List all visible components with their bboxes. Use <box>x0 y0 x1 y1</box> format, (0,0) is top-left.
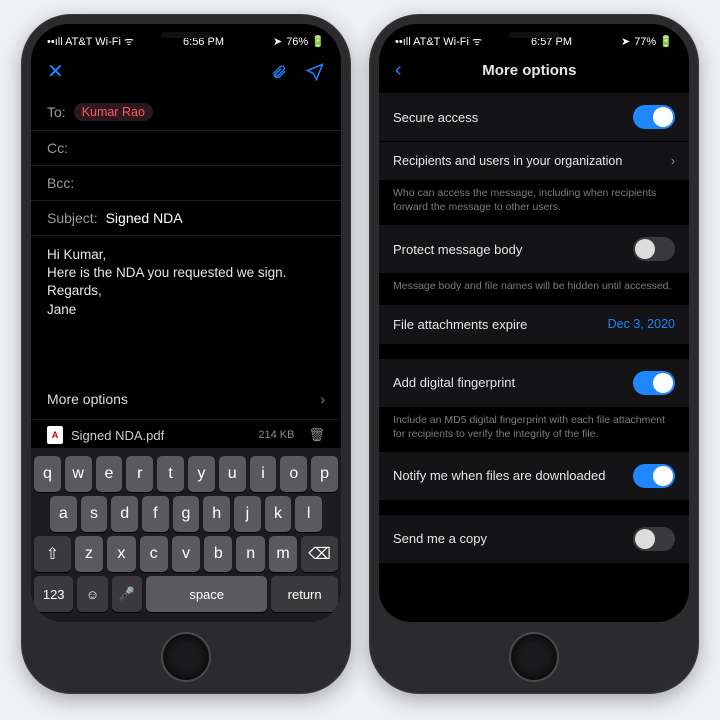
secure-access-row[interactable]: Secure access <box>379 93 689 141</box>
key-y[interactable]: y <box>188 456 215 492</box>
hint-fingerprint: Include an MD5 digital fingerprint with … <box>379 407 689 451</box>
emoji-key[interactable]: ☺ <box>77 576 107 612</box>
key-h[interactable]: h <box>203 496 230 532</box>
phone-right: ••ıll AT&T Wi-Fi ᯤ 6:57 PM ➤ 77% 🔋 ‹ Mor… <box>369 14 699 694</box>
fingerprint-row[interactable]: Add digital fingerprint <box>379 359 689 407</box>
options-navbar: ‹ More options <box>379 53 689 92</box>
status-right: ➤ 77% 🔋 <box>621 35 673 48</box>
hint-access: Who can access the message, including wh… <box>379 180 689 224</box>
body-textarea[interactable]: Hi Kumar, Here is the NDA you requested … <box>31 236 341 336</box>
keyboard: qwertyuiop asdfghjkl ⇧zxcvbnm⌫ 123 ☺ 🎤 s… <box>31 448 341 622</box>
home-button[interactable] <box>161 632 211 682</box>
cc-row[interactable]: Cc: <box>31 131 341 166</box>
battery-text: 77% 🔋 <box>634 35 673 48</box>
attach-icon[interactable] <box>271 63 287 81</box>
page-title: More options <box>402 62 657 79</box>
protect-body-row[interactable]: Protect message body <box>379 225 689 273</box>
key-i[interactable]: i <box>250 456 277 492</box>
key-d[interactable]: d <box>111 496 138 532</box>
key-w[interactable]: w <box>65 456 92 492</box>
key-j[interactable]: j <box>234 496 261 532</box>
more-options-row[interactable]: More options › <box>31 379 341 419</box>
status-time: 6:56 PM <box>183 36 224 48</box>
send-copy-toggle[interactable] <box>633 527 675 551</box>
to-label: To: <box>47 104 66 120</box>
status-bar: ••ıll AT&T Wi-Fi ᯤ 6:56 PM ➤ 76% 🔋 <box>31 24 341 53</box>
key-v[interactable]: v <box>172 536 200 572</box>
chevron-right-icon: › <box>671 154 675 168</box>
chevron-right-icon: › <box>320 391 325 407</box>
key-n[interactable]: n <box>236 536 264 572</box>
home-button[interactable] <box>509 632 559 682</box>
battery-text: 76% 🔋 <box>286 35 325 48</box>
recipients-row[interactable]: Recipients and users in your organizatio… <box>379 142 689 180</box>
location-icon: ➤ <box>621 35 630 48</box>
trash-icon[interactable]: 🗑 <box>308 427 325 443</box>
attachment-size: 214 KB <box>258 429 294 441</box>
more-options-label: More options <box>47 391 128 407</box>
key-e[interactable]: e <box>96 456 123 492</box>
to-row[interactable]: To: Kumar Rao <box>31 94 341 131</box>
bcc-label: Bcc: <box>47 175 74 191</box>
key-u[interactable]: u <box>219 456 246 492</box>
attachment-row[interactable]: A Signed NDA.pdf 214 KB 🗑 <box>31 419 341 448</box>
mic-key[interactable]: 🎤 <box>112 576 142 612</box>
pdf-icon: A <box>47 426 63 444</box>
key-b[interactable]: b <box>204 536 232 572</box>
key-a[interactable]: a <box>50 496 77 532</box>
delete-key[interactable]: ⌫ <box>301 536 338 572</box>
key-o[interactable]: o <box>280 456 307 492</box>
key-c[interactable]: c <box>140 536 168 572</box>
key-x[interactable]: x <box>107 536 135 572</box>
return-key[interactable]: return <box>271 576 338 612</box>
back-button[interactable]: ‹ <box>395 59 402 82</box>
expire-row[interactable]: File attachments expire Dec 3, 2020 <box>379 305 689 344</box>
attachment-name: Signed NDA.pdf <box>71 428 164 443</box>
shift-key[interactable]: ⇧ <box>34 536 71 572</box>
settings-list: Secure access Recipients and users in yo… <box>379 92 689 622</box>
send-icon[interactable] <box>305 63 325 81</box>
key-m[interactable]: m <box>269 536 297 572</box>
to-chip[interactable]: Kumar Rao <box>74 103 153 121</box>
carrier-text: ••ıll AT&T Wi-Fi ᯤ <box>47 34 134 49</box>
key-p[interactable]: p <box>311 456 338 492</box>
screen-left: ••ıll AT&T Wi-Fi ᯤ 6:56 PM ➤ 76% 🔋 ✕ To:… <box>31 24 341 622</box>
status-right: ➤ 76% 🔋 <box>273 35 325 48</box>
carrier-text: ••ıll AT&T Wi-Fi ᯤ <box>395 34 482 49</box>
subject-value: Signed NDA <box>106 210 183 226</box>
close-button[interactable]: ✕ <box>47 59 64 84</box>
key-123[interactable]: 123 <box>34 576 73 612</box>
key-k[interactable]: k <box>265 496 292 532</box>
hint-protect: Message body and file names will be hidd… <box>379 273 689 303</box>
screen-right: ••ıll AT&T Wi-Fi ᯤ 6:57 PM ➤ 77% 🔋 ‹ Mor… <box>379 24 689 622</box>
secure-access-toggle[interactable] <box>633 105 675 129</box>
status-bar-right: ••ıll AT&T Wi-Fi ᯤ 6:57 PM ➤ 77% 🔋 <box>379 24 689 53</box>
space-key[interactable]: space <box>146 576 267 612</box>
compose-navbar: ✕ <box>31 53 341 94</box>
phone-left: ••ıll AT&T Wi-Fi ᯤ 6:56 PM ➤ 76% 🔋 ✕ To:… <box>21 14 351 694</box>
key-f[interactable]: f <box>142 496 169 532</box>
location-icon: ➤ <box>273 35 282 48</box>
subject-label: Subject: <box>47 210 98 226</box>
subject-row[interactable]: Subject: Signed NDA <box>31 201 341 236</box>
key-g[interactable]: g <box>173 496 200 532</box>
expire-value: Dec 3, 2020 <box>608 317 675 331</box>
notify-row[interactable]: Notify me when files are downloaded <box>379 452 689 500</box>
fingerprint-toggle[interactable] <box>633 371 675 395</box>
key-r[interactable]: r <box>126 456 153 492</box>
cc-label: Cc: <box>47 140 68 156</box>
key-z[interactable]: z <box>75 536 103 572</box>
send-copy-row[interactable]: Send me a copy <box>379 515 689 563</box>
status-time: 6:57 PM <box>531 36 572 48</box>
protect-body-toggle[interactable] <box>633 237 675 261</box>
key-t[interactable]: t <box>157 456 184 492</box>
bcc-row[interactable]: Bcc: <box>31 166 341 201</box>
key-s[interactable]: s <box>81 496 108 532</box>
notify-toggle[interactable] <box>633 464 675 488</box>
key-l[interactable]: l <box>295 496 322 532</box>
key-q[interactable]: q <box>34 456 61 492</box>
